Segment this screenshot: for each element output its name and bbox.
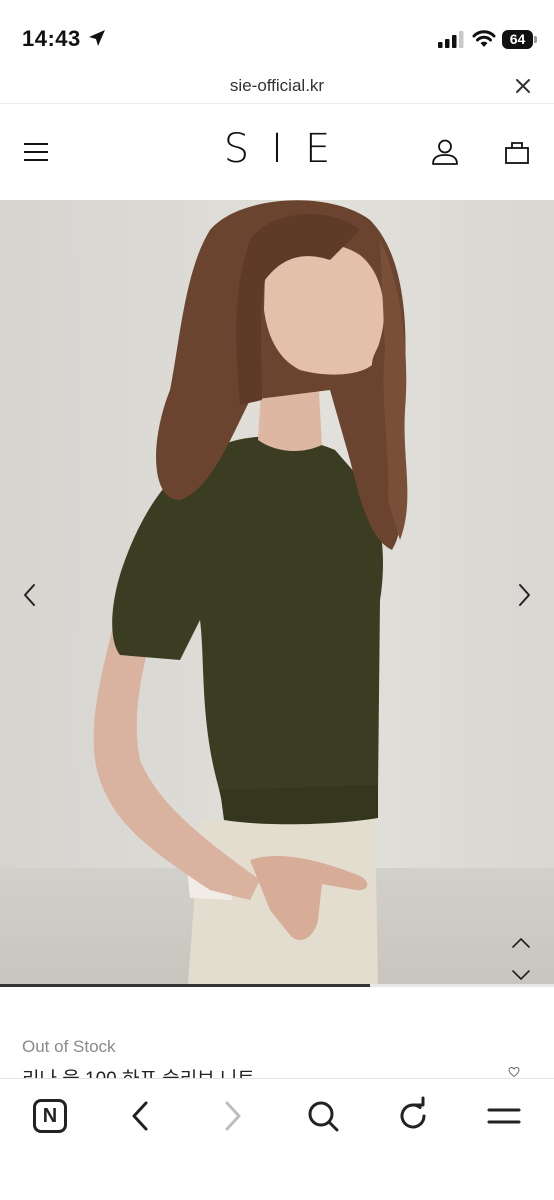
browser-toolbar [0, 1078, 554, 1200]
cellular-signal-icon [438, 31, 464, 48]
user-icon[interactable] [430, 138, 460, 166]
product-name: 리나 울 100 하프 슬리브 니트 [22, 1064, 492, 1078]
product-image-carousel[interactable] [0, 200, 554, 985]
url-text[interactable]: sie-official.kr [0, 76, 554, 96]
stock-status: Out of Stock [22, 1037, 116, 1056]
search-button[interactable] [303, 1096, 343, 1136]
wifi-icon [472, 30, 496, 47]
back-icon [132, 1101, 148, 1131]
chevron-up-icon[interactable] [508, 934, 534, 952]
reload-icon [400, 1096, 426, 1129]
chevron-down-icon[interactable] [508, 966, 534, 984]
menu-icon [487, 1108, 521, 1124]
carousel-progress-fill [0, 984, 370, 987]
product-name-text: 리나 울 100 하프 슬리브 니트 [22, 1064, 492, 1078]
carousel-progress-bar [0, 984, 554, 987]
battery-level: 64 [502, 30, 533, 49]
back-button[interactable] [121, 1096, 161, 1136]
search-icon [308, 1101, 339, 1132]
reload-button[interactable] [393, 1096, 433, 1136]
menu-button[interactable] [484, 1096, 524, 1136]
naver-home-label: N [33, 1099, 67, 1133]
chevron-left-icon[interactable] [18, 582, 42, 608]
product-photo [0, 200, 554, 985]
forward-icon [225, 1101, 241, 1131]
close-icon[interactable] [513, 76, 533, 96]
status-time: 14:43 [22, 26, 81, 51]
battery-icon: 64 [502, 30, 537, 49]
status-bar: 14:43 64 [0, 0, 554, 68]
naver-home-icon[interactable]: N [30, 1096, 70, 1136]
shopping-bag-icon[interactable] [503, 138, 531, 166]
battery-tip [534, 36, 537, 43]
url-bar[interactable]: sie-official.kr [0, 68, 554, 104]
location-arrow-icon [89, 30, 105, 46]
chevron-right-icon[interactable] [512, 582, 536, 608]
site-logo[interactable]: SIE [0, 126, 554, 172]
heart-icon[interactable] [502, 1066, 526, 1078]
forward-button[interactable] [212, 1096, 252, 1136]
